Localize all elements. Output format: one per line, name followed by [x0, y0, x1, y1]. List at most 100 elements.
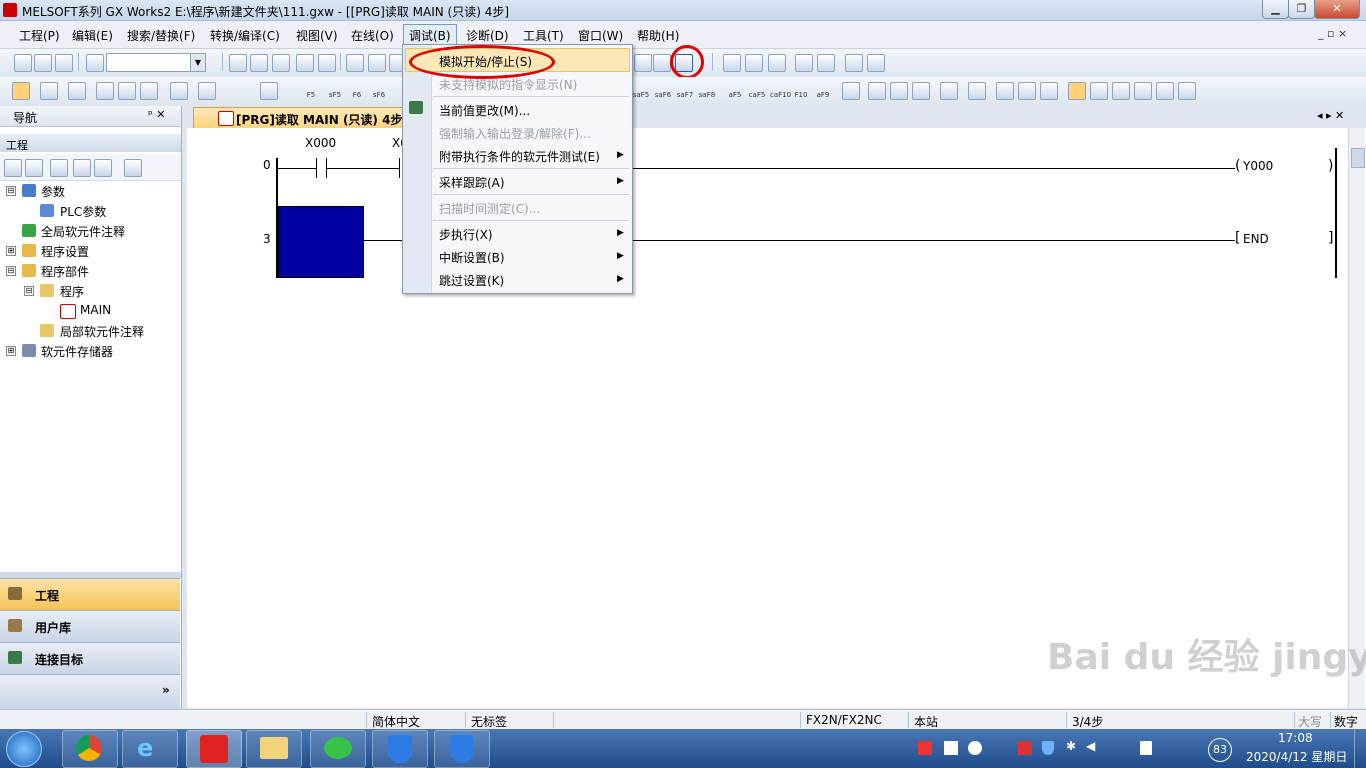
tree-item-plc-params[interactable]: PLC参数 [0, 202, 180, 220]
ladder-tool-1-icon[interactable] [723, 54, 741, 72]
sf6-label[interactable]: sF6 [370, 91, 388, 99]
copy-data-icon[interactable] [25, 159, 43, 177]
menu-online[interactable]: 在线(O) [351, 27, 394, 43]
maximize-button[interactable]: ❐ [1288, 0, 1315, 19]
show-desktop-button[interactable] [1354, 729, 1366, 768]
menu-unsupported-instructions[interactable]: 未支持模拟的指令显示(N) [439, 76, 577, 93]
start-button[interactable] [6, 731, 42, 767]
tray-doc-icon[interactable] [944, 741, 958, 755]
paste-icon[interactable] [272, 54, 290, 72]
menu-view[interactable]: 视图(V) [296, 27, 338, 43]
watch-icon[interactable] [170, 82, 188, 100]
menu-scan-time[interactable]: 扫描时间测定(C)... [439, 200, 540, 217]
menu-step-execution[interactable]: 步执行(X) [439, 226, 493, 243]
caf5-label[interactable]: caF5 [748, 91, 766, 99]
device-icon[interactable] [346, 54, 364, 72]
af9-label[interactable]: aF9 [814, 91, 832, 99]
af5-label[interactable]: aF5 [726, 91, 744, 99]
tool-m-icon[interactable] [1134, 82, 1152, 100]
ie-task[interactable]: e [122, 730, 178, 768]
bluetooth-icon[interactable]: ✱ [1066, 739, 1076, 753]
ladder-tool-3-icon[interactable] [768, 54, 786, 72]
list-icon[interactable] [68, 82, 86, 100]
monitor-write-icon[interactable] [653, 54, 671, 72]
tool-j-icon[interactable] [1068, 82, 1086, 100]
battery-icon[interactable] [1140, 741, 1152, 755]
save-icon[interactable] [55, 54, 73, 72]
dev-1-icon[interactable] [96, 82, 114, 100]
tree-item-program[interactable]: ⊟ 程序 [0, 282, 180, 300]
minimize-button[interactable]: ▁ [1262, 0, 1289, 19]
close-button[interactable]: ✕ [1314, 0, 1360, 19]
saf8-label[interactable]: saF8 [698, 91, 716, 99]
tool-b-icon[interactable] [868, 82, 886, 100]
menu-project[interactable]: 工程(P) [19, 27, 60, 43]
explorer-task[interactable] [246, 730, 302, 768]
security-task-2[interactable] [434, 730, 490, 768]
ladder-tool-6-icon[interactable] [845, 54, 863, 72]
expander-icon[interactable]: ⊟ [6, 186, 16, 196]
tree-item-main[interactable]: MAIN [0, 302, 180, 320]
tool-f-icon[interactable] [968, 82, 986, 100]
expander-icon[interactable]: ⊞ [6, 346, 16, 356]
clock-date[interactable]: 2020/4/12 星期日 [1246, 748, 1347, 765]
dev-3-icon[interactable] [140, 82, 158, 100]
menu-simulation-start-stop[interactable]: 模拟开始/停止(S) [439, 53, 532, 70]
clock-time[interactable]: 17:08 [1278, 731, 1313, 745]
new-data-icon[interactable] [4, 159, 22, 177]
f6-label[interactable]: F6 [348, 91, 366, 99]
ladder-tool-4-icon[interactable] [795, 54, 813, 72]
tool-h-icon[interactable] [1018, 82, 1036, 100]
tool-c-icon[interactable] [890, 82, 908, 100]
paste-data-icon[interactable] [50, 159, 68, 177]
ladder-tool-2-icon[interactable] [745, 54, 763, 72]
tab-project[interactable]: 工程 [0, 578, 180, 610]
menu-device-test[interactable]: 附带执行条件的软元件测试(E) [439, 148, 600, 165]
monitor-icon[interactable] [634, 54, 652, 72]
cpu-icon[interactable] [40, 82, 58, 100]
tree-item-global-comments[interactable]: 全局软元件注释 [0, 222, 180, 240]
tool-e-icon[interactable] [940, 82, 958, 100]
volume-icon[interactable]: ◀ [1086, 739, 1095, 753]
tool-i-icon[interactable] [1040, 82, 1058, 100]
new-file-icon[interactable] [14, 54, 32, 72]
tool-g-icon[interactable] [996, 82, 1014, 100]
nav-pin-close[interactable]: ᵖ ✕ [148, 108, 165, 121]
sort-icon[interactable] [124, 159, 142, 177]
ladder-editor[interactable]: 0 X000 X0 ( Y000 ) 3 [ END ] Bai du 经验 j… [187, 128, 1366, 708]
expander-icon[interactable]: ⊟ [6, 266, 16, 276]
menu-diagnostics[interactable]: 诊断(D) [466, 27, 509, 43]
open-folder-icon[interactable] [34, 54, 52, 72]
tool-n-icon[interactable] [1156, 82, 1174, 100]
tree-item-device-memory[interactable]: ⊞ 软元件存储器 [0, 342, 180, 360]
tree-item-params[interactable]: ⊟ 参数 [0, 182, 180, 200]
menu-skip-settings[interactable]: 跳过设置(K) [439, 272, 504, 289]
saf5-label[interactable]: saF5 [632, 91, 650, 99]
tray-shield-icon[interactable] [1042, 741, 1054, 755]
expander-icon[interactable]: ⊞ [6, 246, 16, 256]
menu-edit[interactable]: 编辑(E) [72, 27, 113, 43]
tab-connection-target[interactable]: 连接目标 [0, 642, 180, 674]
vertical-scrollbar[interactable] [1348, 128, 1365, 708]
gxworks-task[interactable] [186, 730, 242, 768]
tree-item-local-comments[interactable]: 局部软元件注释 [0, 322, 180, 340]
doc-tab-main[interactable]: [PRG]读取 MAIN (只读) 4步 [193, 107, 415, 129]
tray-wechat-icon[interactable] [968, 741, 982, 755]
help-icon[interactable] [86, 54, 104, 72]
menu-current-value-change[interactable]: 当前值更改(M)... [439, 102, 530, 119]
tool-a-icon[interactable] [842, 82, 860, 100]
menu-debug[interactable]: 调试(B) [403, 24, 457, 46]
tool-l-icon[interactable] [1112, 82, 1130, 100]
expander-icon[interactable]: ⊟ [24, 286, 34, 296]
menu-sampling-trace[interactable]: 采样跟踪(A) [439, 174, 505, 191]
tray-network-icon[interactable] [1018, 741, 1032, 755]
menu-window[interactable]: 窗口(W) [578, 27, 623, 43]
binoculars-icon[interactable] [260, 82, 278, 100]
undo-icon[interactable] [296, 54, 314, 72]
menu-force-io[interactable]: 强制输入输出登录/解除(F)... [439, 125, 591, 142]
ladder-mode-icon[interactable] [12, 82, 30, 100]
dev-2-icon[interactable] [118, 82, 136, 100]
refresh-icon[interactable] [94, 159, 112, 177]
tree-item-program-settings[interactable]: ⊞ 程序设置 [0, 242, 180, 260]
menu-help[interactable]: 帮助(H) [637, 27, 679, 43]
